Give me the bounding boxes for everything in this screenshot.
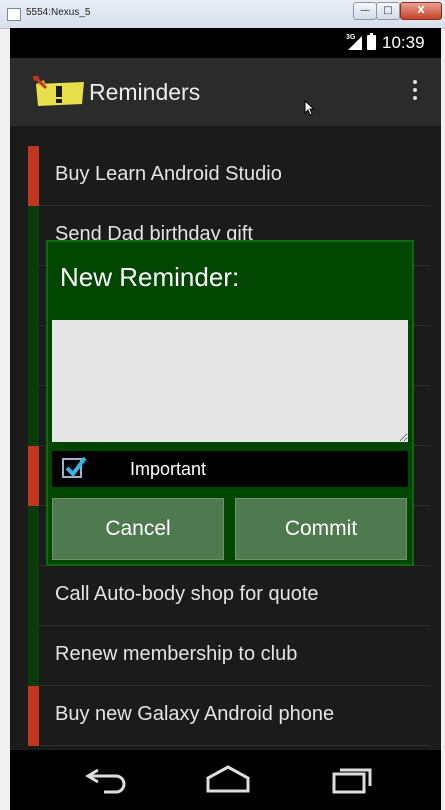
mouse-cursor-icon xyxy=(304,99,316,120)
navigation-bar xyxy=(10,750,441,810)
important-stripe xyxy=(28,686,39,746)
list-item-text: Renew membership to club xyxy=(55,643,298,665)
phone-screen: 3G 10:39 Reminders Buy Learn Android Stu… xyxy=(10,28,441,810)
normal-stripe xyxy=(28,566,39,626)
normal-stripe xyxy=(28,626,39,686)
emulator-app-icon xyxy=(7,8,21,21)
signal-icon xyxy=(348,36,362,50)
list-item[interactable]: Buy Learn Android Studio xyxy=(28,146,430,206)
overflow-menu-icon[interactable] xyxy=(408,78,422,106)
dialog-title: New Reminder: xyxy=(60,262,240,292)
list-item[interactable]: Renew membership to club xyxy=(28,626,430,686)
normal-stripe xyxy=(28,386,39,446)
status-time: 10:39 xyxy=(382,33,425,52)
important-stripe xyxy=(28,146,39,206)
important-checkbox[interactable] xyxy=(62,456,87,478)
close-window-button[interactable]: X xyxy=(400,2,442,20)
important-label: Important xyxy=(130,459,207,479)
list-item-text: Buy new Galaxy Android phone xyxy=(55,703,335,725)
reminder-text-input[interactable] xyxy=(52,320,408,442)
emulator-titlebar: 5554:Nexus_5 — □ X xyxy=(0,0,445,29)
list-item[interactable]: Call Auto-body shop for quote xyxy=(28,566,430,626)
back-icon[interactable] xyxy=(84,764,130,798)
normal-stripe xyxy=(28,266,39,326)
emulator-window-title: 5554:Nexus_5 xyxy=(26,7,91,18)
checkmark-icon xyxy=(65,456,87,478)
maximize-button[interactable]: □ xyxy=(376,2,400,20)
status-bar: 3G 10:39 xyxy=(10,28,441,58)
new-reminder-dialog: New Reminder: Important Cancel Commit xyxy=(46,240,414,566)
home-icon[interactable] xyxy=(204,764,252,798)
list-item-text: Buy Learn Android Studio xyxy=(55,163,282,185)
list-item-text: Call Auto-body shop for quote xyxy=(55,583,319,605)
cancel-button[interactable]: Cancel xyxy=(52,498,224,560)
list-item[interactable]: Buy new Galaxy Android phone xyxy=(28,686,430,746)
action-bar: Reminders xyxy=(10,58,441,126)
commit-button[interactable]: Commit xyxy=(235,498,407,560)
sticky-note-pin-icon xyxy=(32,74,84,106)
battery-icon xyxy=(367,33,376,50)
important-stripe xyxy=(28,446,39,506)
app-title: Reminders xyxy=(89,79,201,105)
important-row: Important xyxy=(52,451,408,487)
recent-apps-icon[interactable] xyxy=(330,764,376,798)
normal-stripe xyxy=(28,206,39,266)
normal-stripe xyxy=(28,506,39,566)
minimize-button[interactable]: — xyxy=(353,2,377,20)
normal-stripe xyxy=(28,326,39,386)
